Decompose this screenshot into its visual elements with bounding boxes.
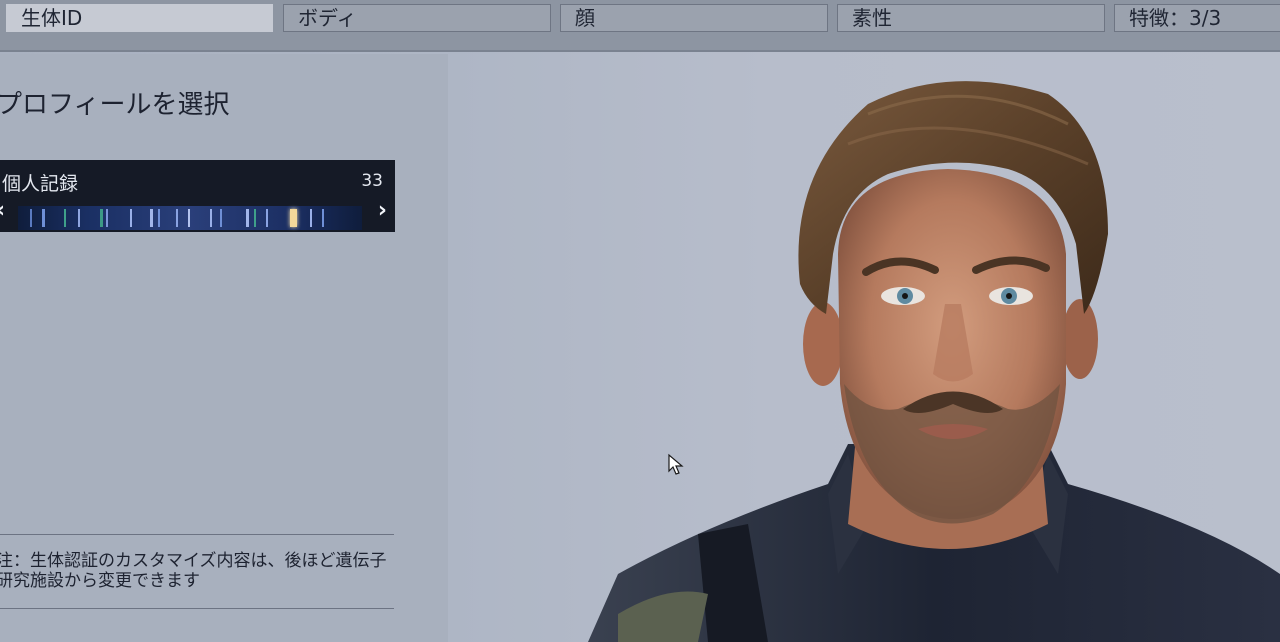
note-divider-top <box>0 534 394 535</box>
dna-highlight-marker <box>290 209 297 227</box>
tab-biometric-id[interactable]: 生体ID <box>6 4 273 32</box>
tab-body[interactable]: ボディ <box>283 4 551 32</box>
dna-sequence-bar <box>18 206 362 230</box>
tab-traits[interactable]: 特徴：3/3 <box>1114 4 1280 32</box>
mouse-cursor-icon <box>668 453 684 475</box>
chevron-right-icon[interactable]: › <box>378 198 387 224</box>
panel-title: プロフィールを選択 <box>0 90 230 120</box>
selector-count: 33 <box>361 171 383 191</box>
tab-background[interactable]: 素性 <box>837 4 1105 32</box>
customization-note: 注：生体認証のカスタマイズ内容は、後ほど遺伝子研究施設から変更できます <box>0 551 387 591</box>
character-viewport[interactable] <box>448 54 1280 642</box>
character-portrait <box>588 81 1280 642</box>
profile-panel: プロフィールを選択 個人記録 33 ‹ › 注：生体認証 <box>0 54 448 642</box>
profile-selector[interactable]: 個人記録 33 ‹ › <box>0 160 395 232</box>
chevron-left-icon[interactable]: ‹ <box>0 198 5 224</box>
selector-label: 個人記録 <box>2 173 79 195</box>
note-divider-bottom <box>0 608 394 609</box>
tab-face[interactable]: 顔 <box>560 4 828 32</box>
top-tab-bar: 生体ID ボディ 顔 素性 特徴：3/3 <box>0 0 1280 52</box>
